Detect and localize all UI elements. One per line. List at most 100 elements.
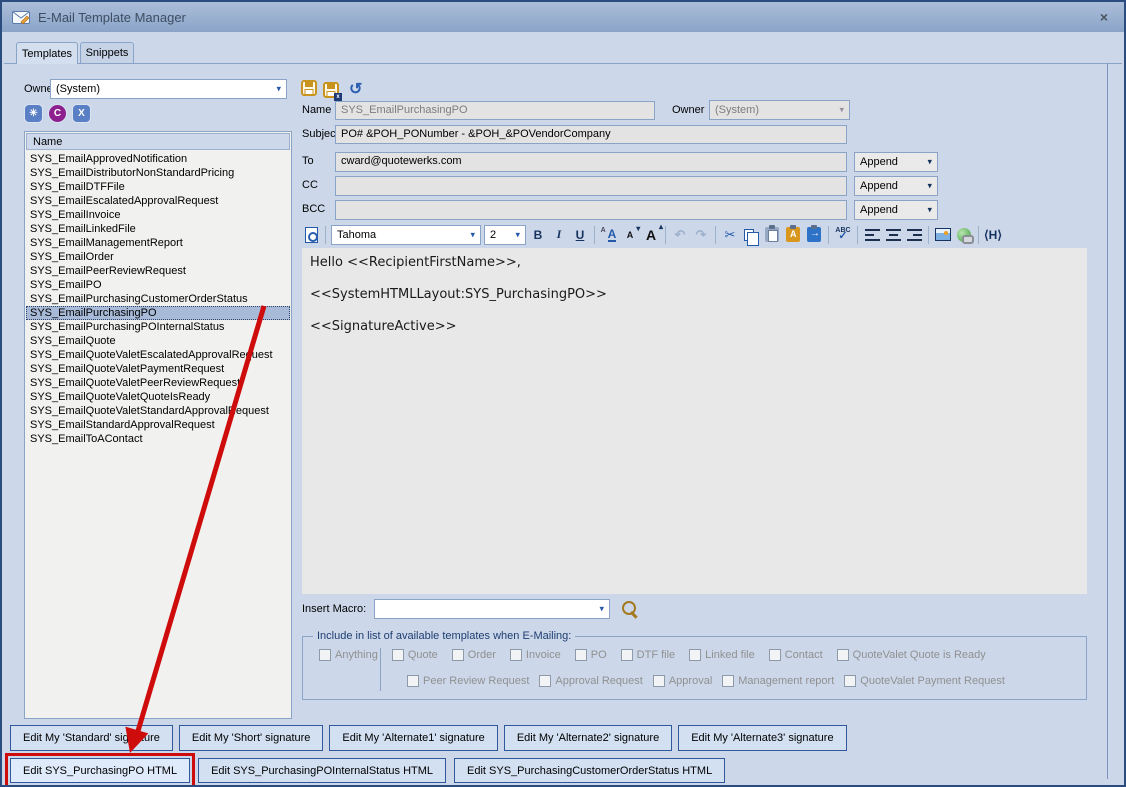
italic-button[interactable]: I: [550, 225, 568, 245]
list-item[interactable]: SYS_EmailDistributorNonStandardPricing: [26, 166, 290, 180]
list-item[interactable]: SYS_EmailInvoice: [26, 208, 290, 222]
list-item[interactable]: SYS_EmailPurchasingPO: [26, 306, 290, 320]
edit-html-button[interactable]: Edit SYS_PurchasingCustomerOrderStatus H…: [454, 758, 725, 783]
bcc-field[interactable]: [335, 200, 847, 220]
list-item[interactable]: SYS_EmailPurchasingPOInternalStatus: [26, 320, 290, 334]
owner-dropdown: (System) ▾: [709, 100, 850, 120]
insert-macro-dropdown[interactable]: ▾: [374, 599, 610, 619]
owner-dropdown-value: (System): [715, 104, 759, 116]
include-checkbox-item: Peer Review Request: [407, 675, 529, 687]
list-item[interactable]: SYS_EmailStandardApprovalRequest: [26, 418, 290, 432]
align-center-button[interactable]: [884, 225, 902, 245]
bcc-append-dropdown[interactable]: Append ▾: [854, 200, 938, 220]
edit-signature-button[interactable]: Edit My 'Alternate2' signature: [504, 725, 672, 751]
align-left-button[interactable]: [863, 225, 881, 245]
undo-changes-button[interactable]: ↺: [349, 82, 362, 98]
owner-filter-dropdown[interactable]: (System) ▾: [50, 79, 287, 99]
align-right-button[interactable]: [905, 225, 923, 245]
macro-search-button[interactable]: [622, 601, 640, 619]
toolbar-separator: [928, 226, 929, 244]
chevron-down-icon: ▾: [515, 229, 520, 240]
edit-html-button[interactable]: Edit SYS_PurchasingPOInternalStatus HTML: [198, 758, 446, 783]
list-item[interactable]: SYS_EmailQuoteValetStandardApprovalReque…: [26, 404, 290, 418]
edit-signature-button[interactable]: Edit My 'Short' signature: [179, 725, 324, 751]
list-item-label: SYS_EmailPurchasingPOInternalStatus: [30, 321, 224, 333]
list-item-label: SYS_EmailQuoteValetQuoteIsReady: [30, 391, 210, 403]
list-item[interactable]: SYS_EmailQuoteValetPeerReviewRequest: [26, 376, 290, 390]
bold-button[interactable]: B: [529, 225, 547, 245]
list-item[interactable]: SYS_EmailApprovedNotification: [26, 152, 290, 166]
checkbox-label: Linked file: [705, 649, 755, 661]
tab-snippets[interactable]: Snippets: [80, 42, 134, 63]
paste-button[interactable]: [763, 225, 781, 245]
delete-template-button[interactable]: X: [72, 104, 91, 123]
font-size-dropdown[interactable]: 2 ▾: [484, 225, 526, 245]
list-item-label: SYS_EmailQuoteValetPeerReviewRequest: [30, 377, 240, 389]
font-color-button[interactable]: A: [600, 225, 618, 245]
paste-text-button[interactable]: [784, 225, 802, 245]
cc-append-dropdown[interactable]: Append ▾: [854, 176, 938, 196]
font-family-dropdown[interactable]: Tahoma ▾: [331, 225, 481, 245]
checkbox-icon: [575, 649, 587, 661]
spell-check-button[interactable]: ABC ✓: [834, 225, 852, 245]
increase-font-button[interactable]: A: [642, 225, 660, 245]
list-item[interactable]: SYS_EmailLinkedFile: [26, 222, 290, 236]
insert-link-button[interactable]: [955, 225, 973, 245]
list-item[interactable]: SYS_EmailOrder: [26, 250, 290, 264]
list-item[interactable]: SYS_EmailPeerReviewRequest: [26, 264, 290, 278]
html-buttons-row: Edit SYS_PurchasingPO HTML Edit SYS_Purc…: [10, 758, 725, 783]
save-button[interactable]: [301, 80, 317, 99]
signature-buttons-row: Edit My 'Standard' signature Edit My 'Sh…: [10, 725, 847, 751]
list-item[interactable]: SYS_EmailPurchasingCustomerOrderStatus: [26, 292, 290, 306]
owner-filter-value: (System): [56, 83, 100, 95]
copy-button[interactable]: [742, 225, 760, 245]
html-source-button[interactable]: ⟨H⟩: [984, 225, 1002, 245]
to-append-dropdown[interactable]: Append ▾: [854, 152, 938, 172]
list-item[interactable]: SYS_EmailQuote: [26, 334, 290, 348]
cut-button[interactable]: ✂: [721, 225, 739, 245]
edit-html-button[interactable]: Edit SYS_PurchasingPO HTML: [10, 758, 190, 783]
list-item[interactable]: SYS_EmailDTFFile: [26, 180, 290, 194]
list-item-label: SYS_EmailEscalatedApprovalRequest: [30, 195, 218, 207]
edit-signature-button[interactable]: Edit My 'Alternate1' signature: [329, 725, 497, 751]
chevron-down-icon: ▾: [599, 603, 604, 614]
new-template-button[interactable]: ✳: [24, 104, 43, 123]
edit-signature-button[interactable]: Edit My 'Standard' signature: [10, 725, 173, 751]
include-checkbox-item: Approval Request: [539, 675, 642, 687]
to-field[interactable]: cward@quotewerks.com: [335, 152, 847, 172]
list-item[interactable]: SYS_EmailToAContact: [26, 432, 290, 446]
cc-field[interactable]: [335, 176, 847, 196]
list-item-label: SYS_EmailLinkedFile: [30, 223, 136, 235]
save-close-button[interactable]: x: [323, 82, 339, 98]
include-checkbox-item: Contact: [769, 649, 823, 661]
include-templates-group: Include in list of available templates w…: [302, 636, 1087, 700]
list-item-label: SYS_EmailDistributorNonStandardPricing: [30, 167, 234, 179]
print-preview-button[interactable]: [302, 225, 320, 245]
list-item-label: SYS_EmailStandardApprovalRequest: [30, 419, 215, 431]
checkbox-label: DTF file: [637, 649, 676, 661]
insert-image-button[interactable]: [934, 225, 952, 245]
subject-field[interactable]: PO# &POH_PONumber - &POH_&POVendorCompan…: [335, 125, 847, 144]
checkbox-label: Peer Review Request: [423, 675, 529, 687]
body-line: Hello <<RecipientFirstName>>,: [310, 255, 1079, 271]
decrease-font-button[interactable]: A: [621, 225, 639, 245]
underline-button[interactable]: U: [571, 225, 589, 245]
list-item-label: SYS_EmailPurchasingCustomerOrderStatus: [30, 293, 248, 305]
list-item[interactable]: SYS_EmailQuoteValetPaymentRequest: [26, 362, 290, 376]
list-item[interactable]: SYS_EmailEscalatedApprovalRequest: [26, 194, 290, 208]
new-template-icon: ✳: [29, 108, 37, 119]
list-item[interactable]: SYS_EmailQuoteValetQuoteIsReady: [26, 390, 290, 404]
tab-snippets-label: Snippets: [86, 47, 129, 59]
list-item[interactable]: SYS_EmailPO: [26, 278, 290, 292]
copy-template-button[interactable]: C: [48, 104, 67, 123]
edit-signature-button[interactable]: Edit My 'Alternate3' signature: [678, 725, 846, 751]
email-body-editor[interactable]: Hello <<RecipientFirstName>>, <<SystemHT…: [302, 248, 1087, 594]
toolbar-separator: [665, 226, 666, 244]
close-icon[interactable]: ×: [1100, 9, 1108, 25]
include-checkbox-item: Approval: [653, 675, 712, 687]
list-item[interactable]: SYS_EmailQuoteValetEscalatedApprovalRequ…: [26, 348, 290, 362]
tab-templates[interactable]: Templates: [16, 42, 78, 64]
email-template-icon: [12, 11, 30, 24]
paste-special-button[interactable]: [805, 225, 823, 245]
list-item[interactable]: SYS_EmailManagementReport: [26, 236, 290, 250]
